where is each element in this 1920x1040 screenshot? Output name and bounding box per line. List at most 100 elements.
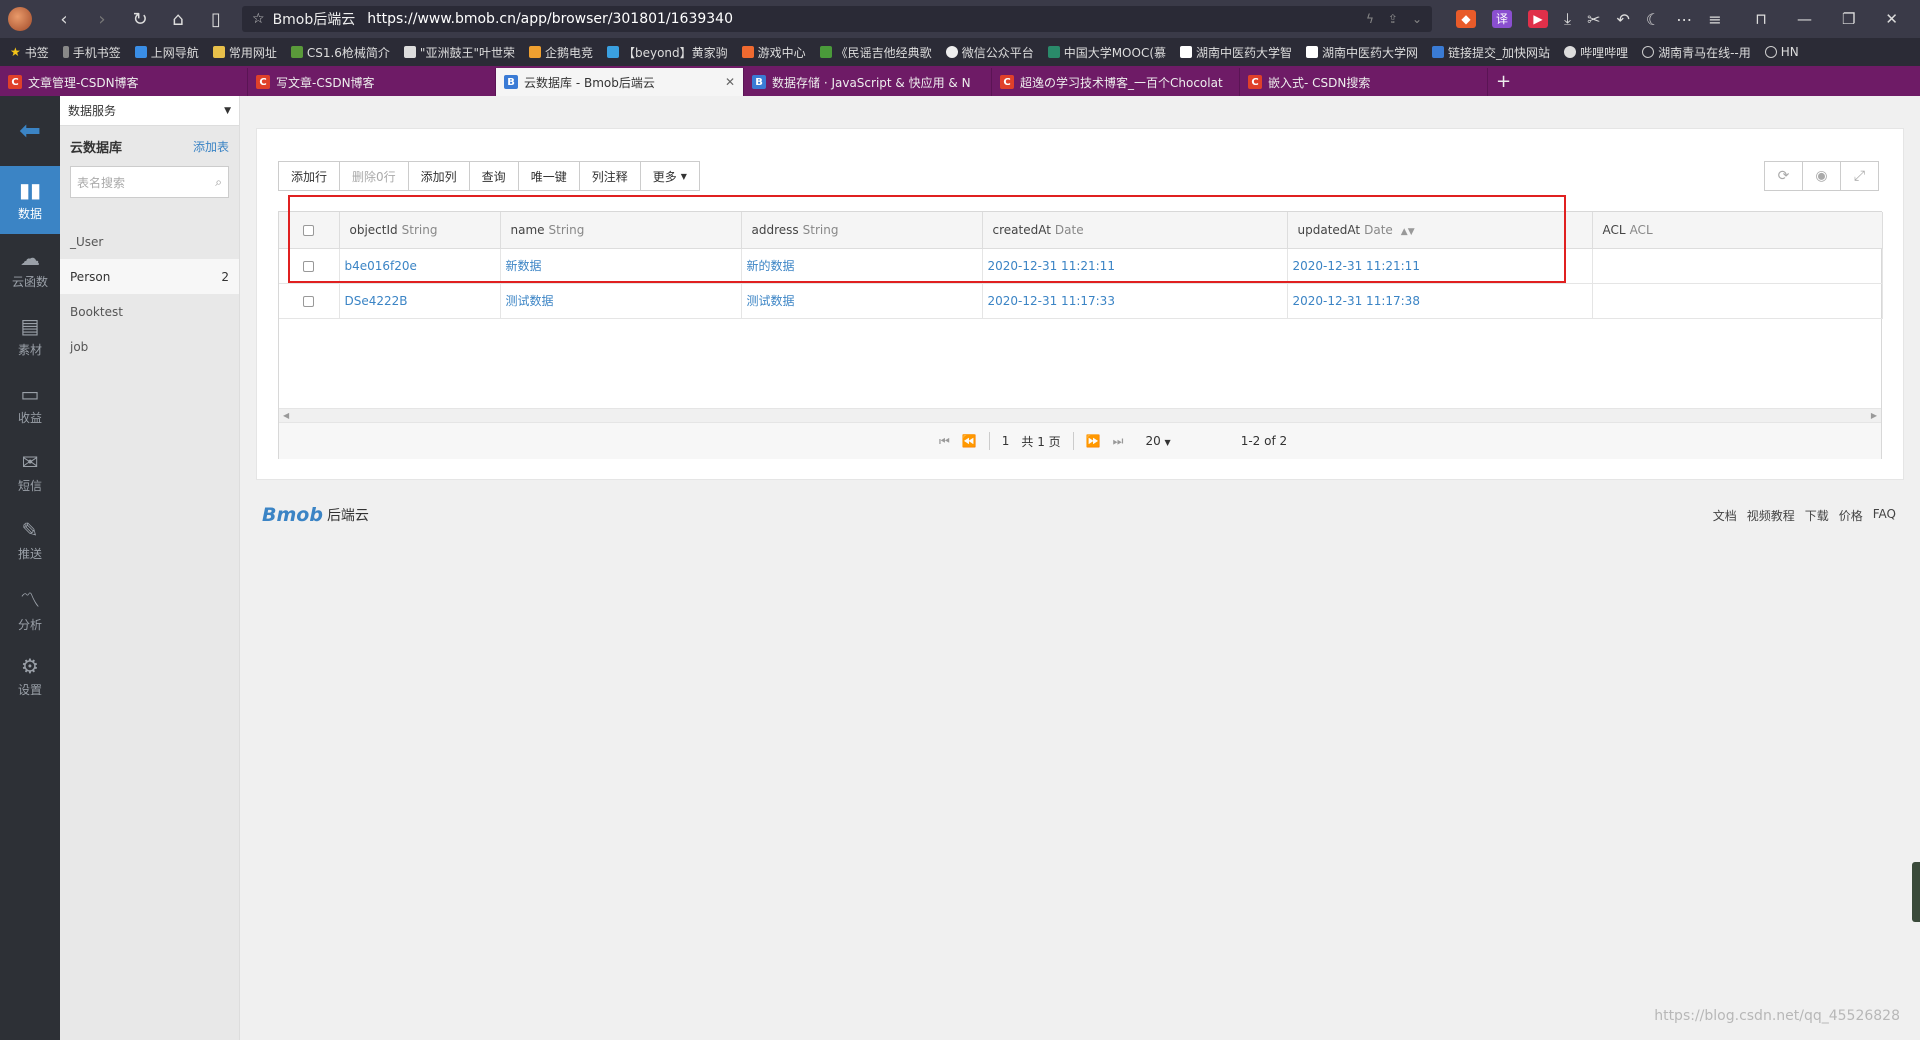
cell-objectid[interactable]: DSe4222B xyxy=(339,283,501,319)
scroll-right-icon[interactable]: ▶ xyxy=(1871,411,1877,420)
url-text[interactable]: https://www.bmob.cn/app/browser/301801/1… xyxy=(367,11,733,27)
row-checkbox[interactable] xyxy=(303,295,315,307)
bookmark-item[interactable]: 上网导航 xyxy=(134,44,199,61)
bookmark-item[interactable]: 企鹅电竞 xyxy=(528,44,593,61)
forward-arrow-icon[interactable]: › xyxy=(92,9,112,30)
next-page-icon[interactable]: ⏩ xyxy=(1086,434,1101,448)
last-page-icon[interactable]: ⏭ xyxy=(1113,434,1124,449)
bookmark-item[interactable]: 中国大学MOOC(慕 xyxy=(1047,44,1166,61)
bookmark-item[interactable]: 哔哩哔哩 xyxy=(1564,44,1628,61)
shirt-icon[interactable]: ⊓ xyxy=(1755,10,1767,28)
nav-item-materials[interactable]: ▤ 素材 xyxy=(0,302,60,370)
footer-link-download[interactable]: 下载 xyxy=(1805,507,1829,524)
table-list-item-selected[interactable]: Person 2 xyxy=(60,259,239,294)
browser-tab[interactable]: C 文章管理-CSDN博客 xyxy=(0,68,248,96)
cell-objectid[interactable]: b4e016f20e xyxy=(339,248,501,284)
footer-link-docs[interactable]: 文档 xyxy=(1713,507,1737,524)
bookmark-item[interactable]: 【beyond】黄家驹 xyxy=(606,44,728,61)
page-input[interactable]: 1 xyxy=(1002,434,1010,448)
nav-item-analytics[interactable]: 〽分析 xyxy=(0,574,60,642)
reader-icon[interactable]: ▯ xyxy=(206,9,226,30)
expand-icon[interactable]: ⤢ xyxy=(1840,161,1879,191)
row-checkbox[interactable] xyxy=(303,260,315,272)
select-all-checkbox[interactable] xyxy=(303,224,315,236)
bookmark-star-icon[interactable]: ☆ xyxy=(252,11,265,27)
cell-acl[interactable] xyxy=(1592,283,1883,319)
home-icon[interactable]: ⌂ xyxy=(168,9,188,30)
side-scroll-indicator[interactable] xyxy=(1912,862,1920,922)
cell-createdat[interactable]: 2020-12-31 11:21:11 xyxy=(982,248,1288,284)
footer-link-videos[interactable]: 视频教程 xyxy=(1747,507,1795,524)
search-icon[interactable]: ⌕ xyxy=(215,175,222,190)
nav-item-cloud-functions[interactable]: ☁ 云函数 xyxy=(0,234,60,302)
table-row[interactable]: DSe4222B 测试数据 测试数据 2020-12-31 11:17:33 2… xyxy=(279,283,1883,319)
bookmark-item[interactable]: 微信公众平台 xyxy=(945,44,1034,61)
prev-page-icon[interactable]: ⏪ xyxy=(962,434,977,448)
browser-tab-active[interactable]: B 云数据库 - Bmob后端云 ✕ xyxy=(496,68,744,96)
cell-createdat[interactable]: 2020-12-31 11:17:33 xyxy=(982,283,1288,319)
browser-tab[interactable]: C 写文章-CSDN博客 xyxy=(248,68,496,96)
cell-acl[interactable] xyxy=(1592,248,1883,284)
bookmark-item[interactable]: 链接提交_加快网站 xyxy=(1432,44,1550,61)
cell-updatedat[interactable]: 2020-12-31 11:17:38 xyxy=(1287,283,1593,319)
undo-icon[interactable]: ↶ xyxy=(1616,10,1629,29)
close-icon[interactable]: ✕ xyxy=(1885,10,1898,28)
nav-item-push[interactable]: ✎ 推送 xyxy=(0,506,60,574)
menu-icon[interactable]: ≡ xyxy=(1708,10,1721,29)
minimize-icon[interactable]: — xyxy=(1797,10,1812,28)
query-button[interactable]: 查询 xyxy=(468,161,519,191)
download-icon[interactable]: ⤓ xyxy=(1564,9,1571,29)
nav-item-data[interactable]: ▮▮ 数据 xyxy=(0,166,60,234)
sort-icon[interactable]: ▲▼ xyxy=(1401,227,1415,237)
cell-updatedat[interactable]: 2020-12-31 11:21:11 xyxy=(1287,248,1593,284)
page-size-select[interactable]: 20 ▼ xyxy=(1145,434,1170,448)
eye-icon[interactable]: ◉ xyxy=(1802,161,1841,191)
more-icon[interactable]: ⋯ xyxy=(1676,10,1692,29)
video-icon[interactable]: ▶ xyxy=(1528,10,1548,28)
tab-close-icon[interactable]: ✕ xyxy=(725,75,735,89)
address-bar[interactable]: ☆ Bmob后端云 https://www.bmob.cn/app/browse… xyxy=(242,6,1432,32)
moon-icon[interactable]: ☾ xyxy=(1646,10,1660,29)
game-icon[interactable]: ◆ xyxy=(1456,10,1476,28)
column-header[interactable]: createdAt Date xyxy=(982,212,1288,249)
browser-tab[interactable]: C 嵌入式- CSDN搜索 xyxy=(1240,68,1488,96)
bookmark-item[interactable]: 湖南中医药大学智 xyxy=(1180,44,1292,61)
refresh-icon[interactable]: ⟳ xyxy=(1764,161,1803,191)
add-table-link[interactable]: 添加表 xyxy=(193,138,229,155)
browser-tab[interactable]: C 超逸の学习技术博客_一百个Chocolat xyxy=(992,68,1240,96)
column-header[interactable]: name String xyxy=(500,212,742,249)
bookmark-item[interactable]: 湖南青马在线--用 xyxy=(1642,44,1751,61)
column-header[interactable]: ACL ACL xyxy=(1592,212,1883,249)
add-column-button[interactable]: 添加列 xyxy=(407,161,470,191)
nav-item-revenue[interactable]: ▭ 收益 xyxy=(0,370,60,438)
delete-rows-button[interactable]: 删除0行 xyxy=(339,161,409,191)
scroll-left-icon[interactable]: ◀ xyxy=(283,411,289,420)
add-row-button[interactable]: 添加行 xyxy=(278,161,341,191)
cell-name[interactable]: 测试数据 xyxy=(500,283,742,319)
cell-address[interactable]: 新的数据 xyxy=(741,248,983,284)
bookmark-item[interactable]: 《民谣吉他经典歌 xyxy=(819,44,932,61)
share-icon[interactable]: ⇪ xyxy=(1388,12,1398,26)
cell-address[interactable]: 测试数据 xyxy=(741,283,983,319)
bookmark-item[interactable]: CS1.6枪械简介 xyxy=(290,44,390,61)
user-avatar[interactable] xyxy=(8,7,32,31)
column-header[interactable]: updatedAt Date ▲▼ xyxy=(1287,212,1593,249)
bookmark-item[interactable]: 常用网址 xyxy=(212,44,277,61)
footer-link-faq[interactable]: FAQ xyxy=(1873,507,1896,524)
nav-item-settings[interactable]: ⚙ 设置 xyxy=(0,642,60,710)
reload-icon[interactable]: ↻ xyxy=(130,9,150,30)
table-list-item[interactable]: _User xyxy=(60,224,239,259)
table-row[interactable]: b4e016f20e 新数据 新的数据 2020-12-31 11:21:11 … xyxy=(279,248,1883,284)
back-arrow-icon[interactable]: ‹ xyxy=(54,9,74,30)
new-tab-plus-icon[interactable]: + xyxy=(1496,71,1511,92)
back-arrow-icon[interactable]: ⬅ xyxy=(0,96,60,166)
bookmark-item[interactable]: ★ 书签 xyxy=(10,44,49,61)
horizontal-scrollbar[interactable]: ◀ ▶ xyxy=(279,408,1881,422)
table-search-input[interactable]: 表名搜索 ⌕ xyxy=(70,166,229,198)
cell-name[interactable]: 新数据 xyxy=(500,248,742,284)
column-note-button[interactable]: 列注释 xyxy=(578,161,641,191)
bookmark-item[interactable]: 手机书签 xyxy=(62,44,121,61)
flash-icon[interactable]: ϟ xyxy=(1366,12,1374,26)
first-page-icon[interactable]: ⏮ xyxy=(939,434,950,449)
table-list-item[interactable]: Booktest xyxy=(60,294,239,329)
